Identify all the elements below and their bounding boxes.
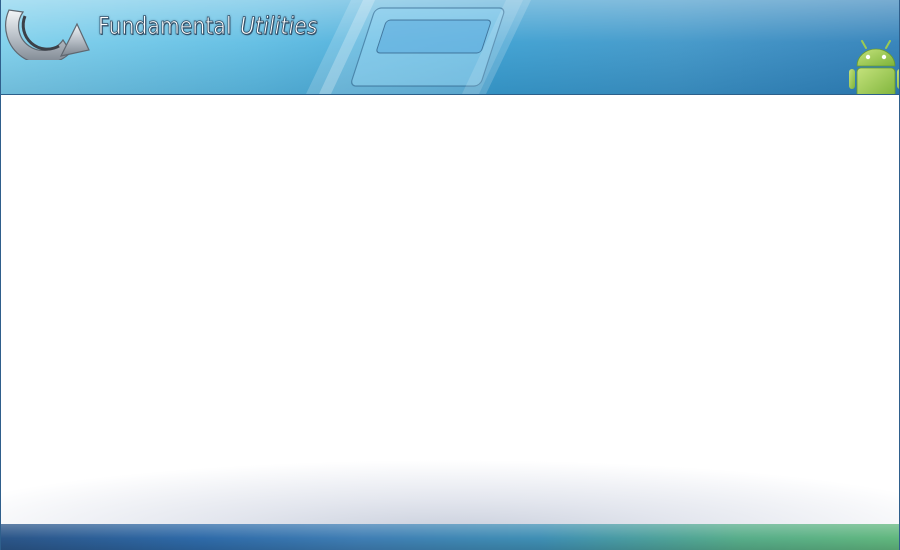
footer-bar — [1, 524, 899, 550]
app-title-word-2: Utilities — [240, 12, 318, 41]
android-icon — [849, 40, 899, 94]
content-area — [1, 95, 899, 524]
app-window: Fundamental Utilities — [0, 0, 900, 550]
footer-sheen — [1, 524, 899, 550]
app-title-word-1: Fundamental — [98, 12, 232, 41]
decorative-glass-panel — [301, 0, 541, 94]
content-bottom-shadow — [1, 444, 899, 524]
app-title: Fundamental Utilities — [98, 12, 318, 41]
circular-arrow-logo-icon — [1, 0, 97, 65]
header-banner: Fundamental Utilities — [1, 0, 899, 95]
